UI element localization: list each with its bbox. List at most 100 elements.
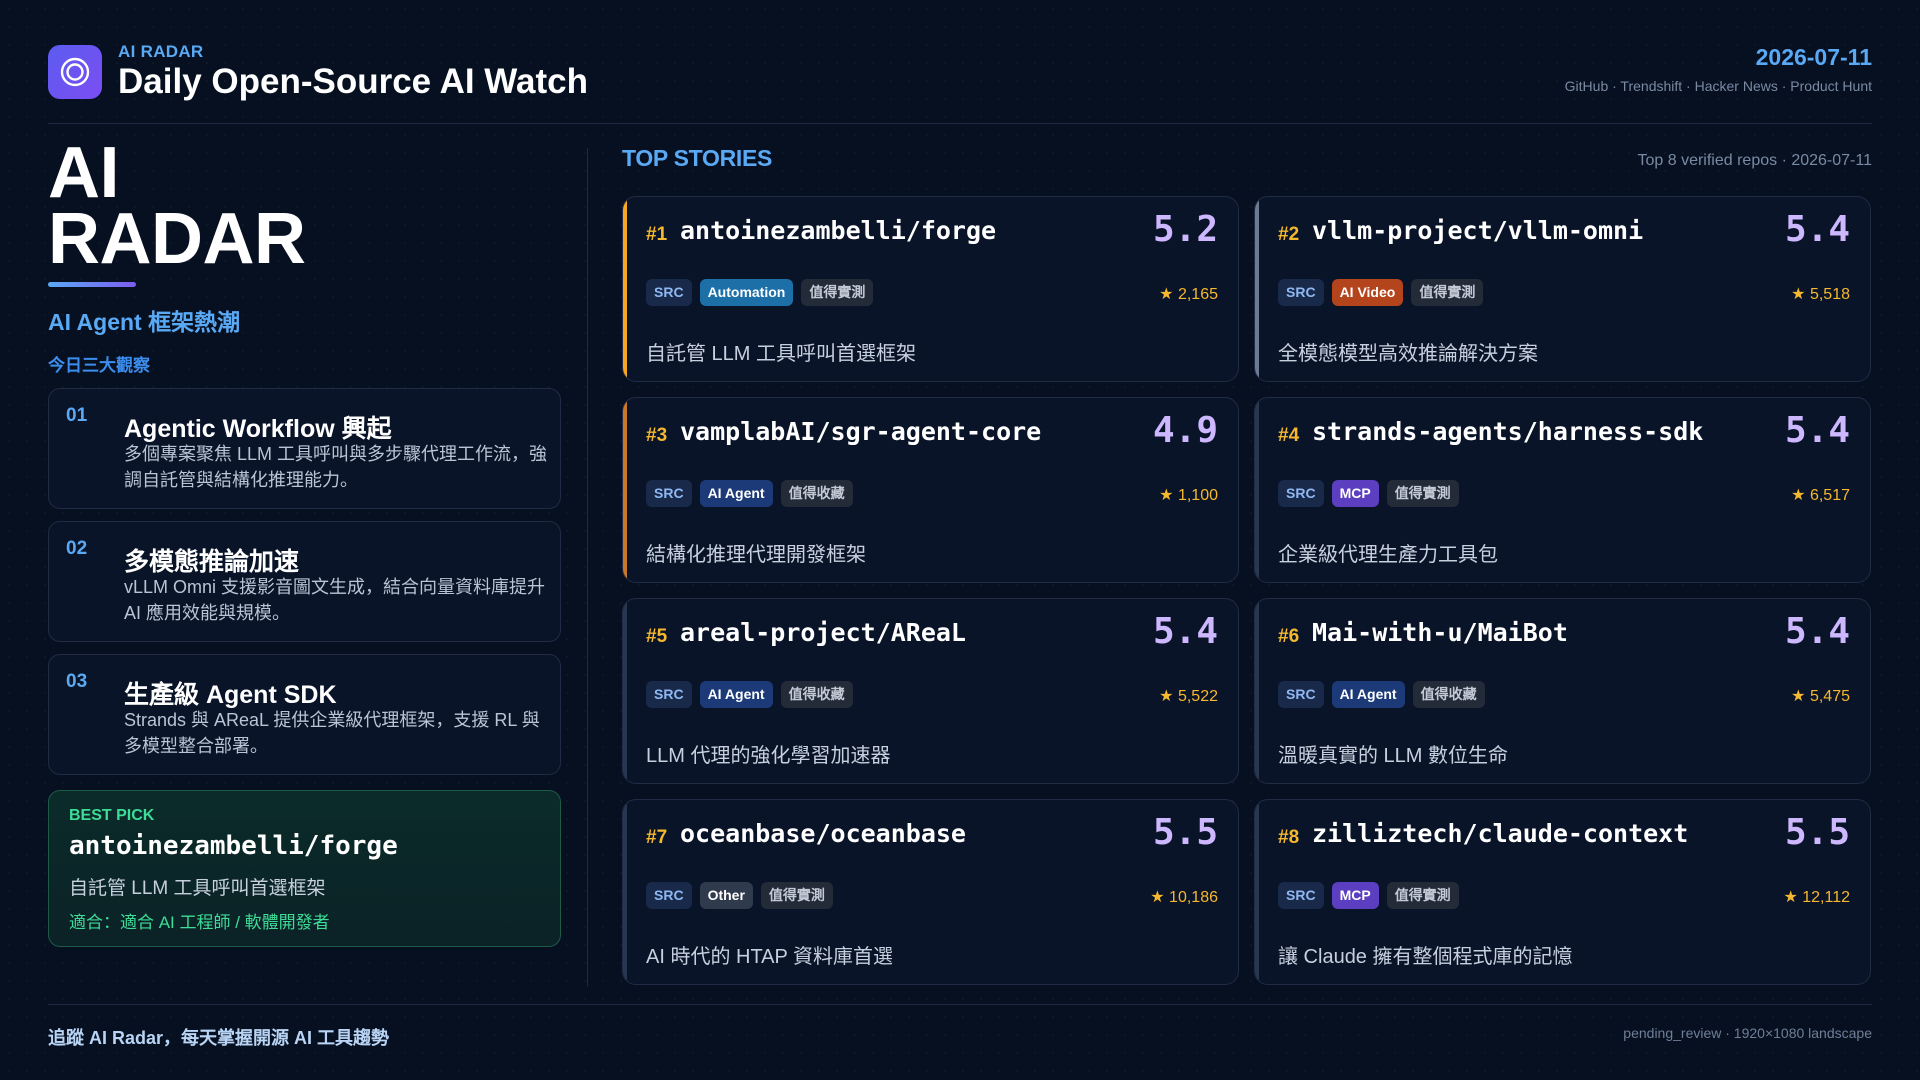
stories-meta: Top 8 verified repos · 2026-07-11 [1637, 152, 1872, 169]
source-badge[interactable]: SRC [1278, 480, 1324, 507]
page-title: Daily Open-Source AI Watch [118, 62, 588, 101]
story-repo-name[interactable]: vllm-project/vllm-omni [1312, 216, 1643, 245]
verdict-badge: 值得收藏 [780, 681, 853, 708]
story-score: 5.2 [1152, 209, 1218, 250]
verdict-badge: 值得實測 [1386, 480, 1459, 507]
story-repo-name[interactable]: areal-project/AReaL [680, 618, 966, 647]
source-badge[interactable]: SRC [646, 480, 692, 507]
insight-title: Agentic Workflow 興起 [124, 415, 392, 443]
source-badge[interactable]: SRC [646, 882, 692, 909]
category-badge: MCP [1331, 480, 1379, 507]
header-date: 2026-07-11 [1755, 44, 1872, 70]
story-score: 5.4 [1152, 611, 1218, 652]
story-score: 5.4 [1784, 611, 1850, 652]
story-tags: SRC AI Video 值得實測 [1278, 279, 1484, 306]
source-badge[interactable]: SRC [646, 681, 692, 708]
story-tags: SRC AI Agent 值得收藏 [646, 681, 853, 708]
story-card[interactable]: #4 strands-agents/harness-sdk 5.4 SRC MCP 值得實… [1254, 397, 1871, 583]
story-card[interactable]: #1 antoinezambelli/forge 5.2 SRC Automation 值… [622, 196, 1239, 382]
footer-status: pending_review · 1920×1080 landscape [1623, 1025, 1872, 1041]
hero-accent-rule [48, 282, 136, 287]
best-pick-label: BEST PICK [69, 807, 155, 824]
story-rank: #4 [1278, 425, 1300, 446]
story-desc: 自託管 LLM 工具呼叫首選框架 [646, 343, 917, 365]
left-panel: AI RADAR AI Agent 框架熱潮 今日三大觀察 01 Agentic… [48, 133, 561, 947]
insight-desc: Strands 與 AReaL 提供企業級代理框架，支援 RL 與多模型整合部署… [124, 710, 540, 756]
story-rank: #2 [1278, 224, 1300, 245]
story-desc: 結構化推理代理開發框架 [646, 544, 866, 566]
story-card[interactable]: #2 vllm-project/vllm-omni 5.4 SRC AI Video 值得… [1254, 196, 1871, 382]
story-repo-name[interactable]: oceanbase/oceanbase [680, 819, 966, 848]
best-pick-audience: 適合：適合 AI 工程師 / 軟體開發者 [69, 913, 330, 932]
best-pick-repo[interactable]: antoinezambelli/forge [69, 831, 398, 861]
story-repo-name[interactable]: Mai-with-u/MaiBot [1312, 618, 1568, 647]
card-accent-bar [623, 197, 627, 381]
story-stars: ★ 6,517 [1791, 487, 1850, 504]
card-accent-bar [623, 800, 627, 984]
story-card[interactable]: #3 vamplabAI/sgr-agent-core 4.9 SRC AI Agent… [622, 397, 1239, 583]
card-accent-bar [1255, 398, 1259, 582]
source-badge[interactable]: SRC [646, 279, 692, 306]
story-card[interactable]: #8 zilliztech/claude-context 5.5 SRC MCP 值得實測… [1254, 799, 1871, 985]
card-accent-bar [623, 599, 627, 783]
story-desc: 讓 Claude 擁有整個程式庫的記憶 [1278, 946, 1573, 968]
story-repo-name[interactable]: zilliztech/claude-context [1312, 819, 1688, 848]
story-tags: SRC Automation 值得實測 [646, 279, 874, 306]
story-stars: ★ 5,522 [1159, 688, 1218, 705]
category-badge: AI Video [1331, 279, 1404, 306]
source-badge[interactable]: SRC [1278, 279, 1324, 306]
category-badge: AI Agent [699, 681, 773, 708]
story-desc: 企業級代理生產力工具包 [1278, 544, 1498, 566]
insights-label: 今日三大觀察 [48, 356, 150, 375]
category-badge: AI Agent [1331, 681, 1405, 708]
story-repo-name[interactable]: antoinezambelli/forge [680, 216, 996, 245]
story-stars: ★ 12,112 [1783, 889, 1850, 906]
story-rank: #1 [646, 224, 668, 245]
story-rank: #3 [646, 425, 668, 446]
insight-number: 03 [66, 671, 88, 692]
verdict-badge: 值得收藏 [1412, 681, 1485, 708]
hero-title-line1: AI [48, 133, 120, 213]
radar-ring-icon [48, 45, 102, 99]
story-rank: #8 [1278, 827, 1300, 848]
verdict-badge: 值得收藏 [780, 480, 853, 507]
card-accent-bar [623, 398, 627, 582]
best-pick-card[interactable]: BEST PICK antoinezambelli/forge 自託管 LLM … [48, 790, 561, 947]
insight-card-3: 03 生產級 Agent SDK Strands 與 AReaL 提供企業級代理… [48, 654, 561, 775]
card-accent-bar [1255, 599, 1259, 783]
story-score: 4.9 [1152, 410, 1218, 451]
story-card[interactable]: #7 oceanbase/oceanbase 5.5 SRC Other 值得實測 ★ 10… [622, 799, 1239, 985]
story-stars: ★ 1,100 [1159, 487, 1218, 504]
insight-title: 生產級 Agent SDK [124, 681, 337, 709]
card-accent-bar [1255, 800, 1259, 984]
story-score: 5.4 [1784, 410, 1850, 451]
story-desc: AI 時代的 HTAP 資料庫首選 [646, 946, 894, 968]
story-card[interactable]: #6 Mai-with-u/MaiBot 5.4 SRC AI Agent 值得收藏 ★ 5… [1254, 598, 1871, 784]
verdict-badge: 值得實測 [801, 279, 874, 306]
story-stars: ★ 2,165 [1159, 286, 1218, 303]
brand-kicker: AI RADAR [118, 42, 204, 61]
footer-divider [48, 1004, 1872, 1005]
story-tags: SRC MCP 值得實測 [1278, 882, 1459, 909]
best-pick-desc: 自託管 LLM 工具呼叫首選框架 [69, 878, 326, 899]
hero-subtitle: AI Agent 框架熱潮 [48, 309, 241, 335]
column-divider [587, 148, 588, 986]
story-desc: LLM 代理的強化學習加速器 [646, 745, 891, 767]
source-badge[interactable]: SRC [1278, 882, 1324, 909]
card-accent-bar [1255, 197, 1259, 381]
story-score: 5.5 [1784, 812, 1850, 853]
category-badge: MCP [1331, 882, 1379, 909]
verdict-badge: 值得實測 [1386, 882, 1459, 909]
source-badge[interactable]: SRC [1278, 681, 1324, 708]
story-repo-name[interactable]: vamplabAI/sgr-agent-core [680, 417, 1041, 446]
story-tags: SRC Other 值得實測 [646, 882, 833, 909]
insight-desc: 多個專案聚焦 LLM 工具呼叫與多步驟代理工作流，強調自託管與結構化推理能力。 [124, 444, 548, 490]
story-tags: SRC MCP 值得實測 [1278, 480, 1459, 507]
story-card[interactable]: #5 areal-project/AReaL 5.4 SRC AI Agent 值得收藏 ★… [622, 598, 1239, 784]
insight-title: 多模態推論加速 [124, 548, 300, 576]
verdict-badge: 值得實測 [760, 882, 833, 909]
header: AI RADAR Daily Open-Source AI Watch 2026… [48, 40, 1872, 124]
story-repo-name[interactable]: strands-agents/harness-sdk [1312, 417, 1703, 446]
story-rank: #5 [646, 626, 668, 647]
story-rank: #7 [646, 827, 668, 848]
